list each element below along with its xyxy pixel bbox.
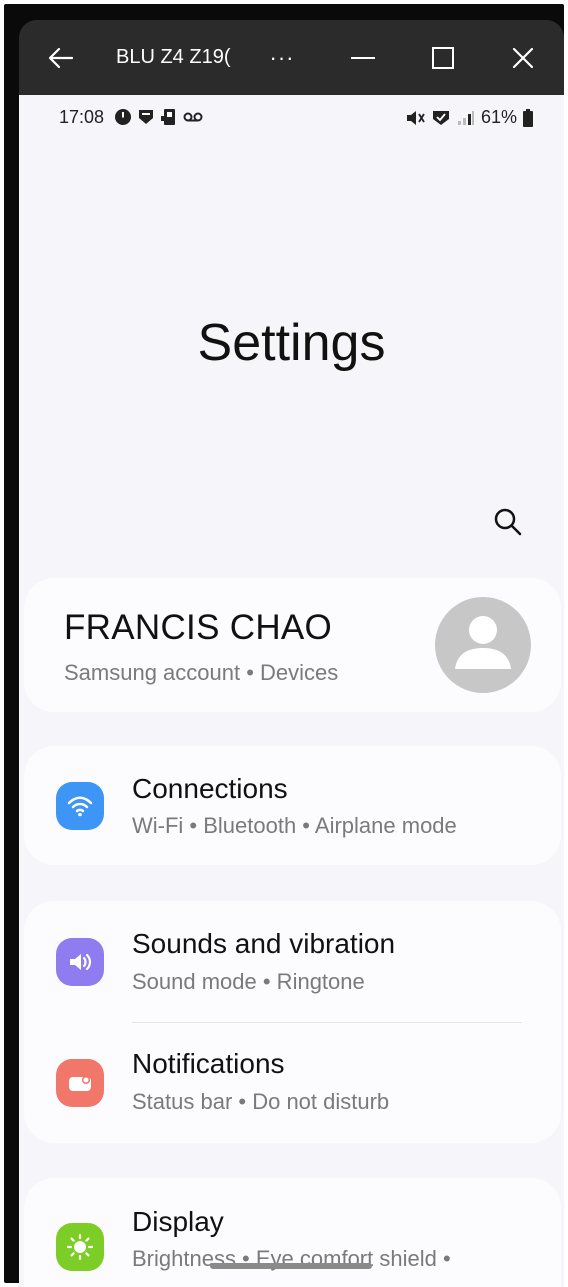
account-subtitle: Samsung account • Devices xyxy=(64,660,339,685)
account-name: FRANCIS CHAO xyxy=(64,608,333,647)
search-icon xyxy=(494,508,522,536)
connections-card: Connections Wi-Fi • Bluetooth • Airplane… xyxy=(24,746,561,865)
arrow-left-icon xyxy=(48,47,74,68)
window-title: BLU Z4 Z19( xyxy=(116,46,231,68)
list-item-notifications[interactable]: Notifications Status bar • Do not distur… xyxy=(24,1023,561,1143)
gesture-home-bar[interactable] xyxy=(210,1263,372,1269)
system-status-icons: 61% xyxy=(405,107,533,128)
sounds-notifications-card: Sounds and vibration Sound mode • Ringto… xyxy=(24,901,561,1143)
minimize-button[interactable] xyxy=(345,20,381,95)
emulator-window: BLU Z4 Z19( ··· 17:08 61% Settings FRANC… xyxy=(4,4,564,1287)
item-title: Notifications xyxy=(132,1048,285,1079)
list-item-connections[interactable]: Connections Wi-Fi • Bluetooth • Airplane… xyxy=(24,746,561,865)
maximize-icon xyxy=(432,46,454,69)
item-subtitle: Sound mode • Ringtone xyxy=(132,969,365,994)
sun-icon xyxy=(56,1223,104,1271)
back-button[interactable] xyxy=(43,20,79,95)
item-subtitle: Status bar • Do not disturb xyxy=(132,1089,390,1114)
signal-icon xyxy=(457,110,474,125)
item-subtitle: Wi-Fi • Bluetooth • Airplane mode xyxy=(132,813,457,838)
notification-icon xyxy=(56,1059,104,1107)
battery-icon xyxy=(523,108,533,127)
speaker-icon xyxy=(56,938,104,986)
status-bar: 17:08 61% xyxy=(19,95,564,141)
item-title: Sounds and vibration xyxy=(132,928,396,959)
item-title: Connections xyxy=(132,773,288,804)
avatar[interactable] xyxy=(435,597,531,693)
clock-notification-icon xyxy=(115,109,131,125)
battery-percentage: 61% xyxy=(480,107,517,127)
voicemail-icon xyxy=(183,112,203,122)
minimize-icon xyxy=(351,56,375,59)
window-frame: BLU Z4 Z19( ··· 17:08 61% Settings FRANC… xyxy=(19,20,564,1287)
maximize-button[interactable] xyxy=(425,20,461,95)
display-card: Display Brightness • Eye comfort shield … xyxy=(24,1178,561,1287)
mute-icon xyxy=(406,110,425,125)
device-notification-icon xyxy=(161,109,175,125)
status-time: 17:08 xyxy=(59,107,105,127)
search-button[interactable] xyxy=(490,504,526,540)
page-title: Settings xyxy=(197,314,386,372)
data-saver-icon xyxy=(432,110,449,125)
more-options-button[interactable]: ··· xyxy=(262,20,302,95)
close-icon xyxy=(512,47,534,68)
title-bar: BLU Z4 Z19( ··· xyxy=(19,20,564,95)
list-item-display[interactable]: Display Brightness • Eye comfort shield … xyxy=(24,1178,561,1287)
samsung-account-card[interactable]: FRANCIS CHAO Samsung account • Devices xyxy=(24,578,561,712)
close-button[interactable] xyxy=(505,20,541,95)
user-placeholder-icon xyxy=(455,616,511,669)
wifi-icon xyxy=(56,782,104,830)
notification-icons xyxy=(114,108,203,126)
phone-screen: 17:08 61% Settings FRANCIS CHAO Samsung … xyxy=(19,95,564,1287)
shield-notification-icon xyxy=(139,110,153,124)
item-title: Display xyxy=(132,1206,224,1237)
list-item-sounds[interactable]: Sounds and vibration Sound mode • Ringto… xyxy=(24,901,561,1021)
